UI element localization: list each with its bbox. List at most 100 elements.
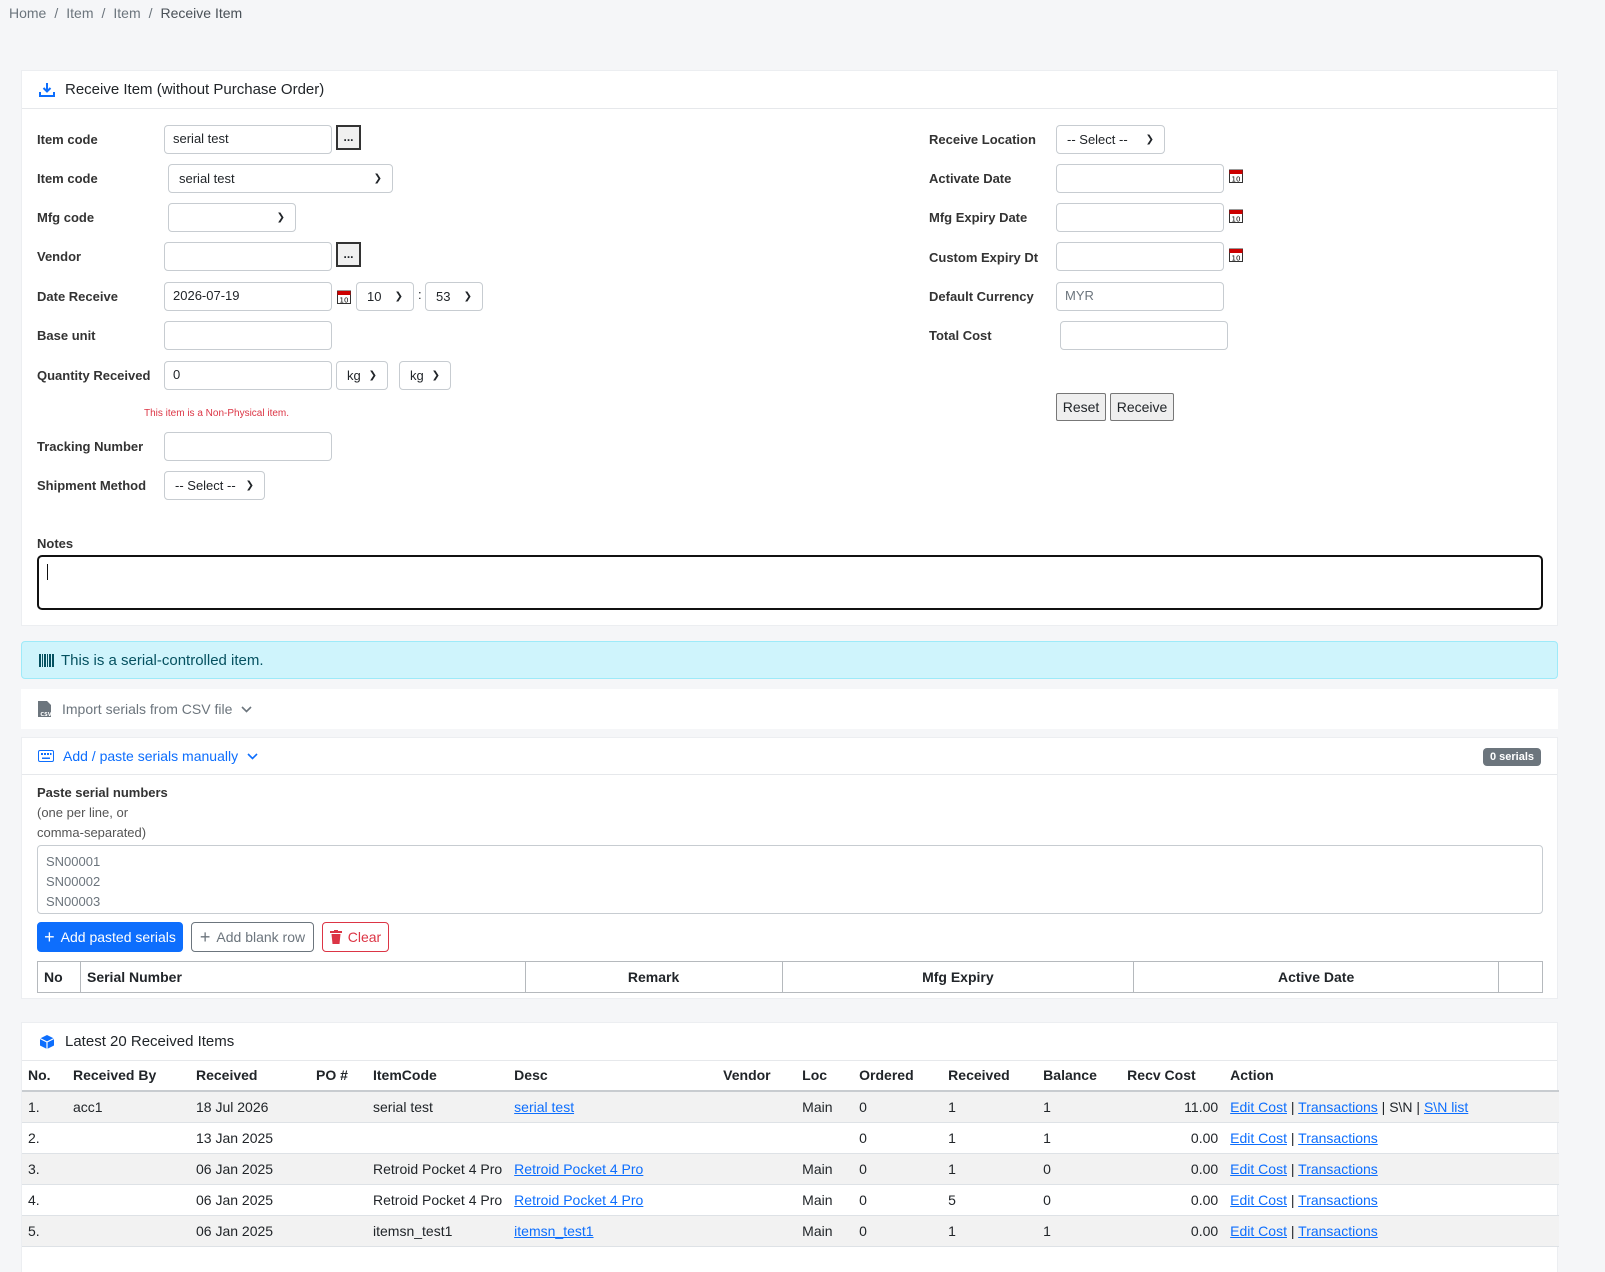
vendor-input[interactable] — [164, 242, 332, 271]
row-received-by: acc1 — [67, 1091, 190, 1123]
custom-expiry-input[interactable] — [1056, 242, 1224, 271]
row-loc: Main — [796, 1215, 854, 1247]
svg-text:10: 10 — [1232, 216, 1241, 224]
col-recv-cost: Recv Cost — [1121, 1060, 1225, 1092]
notes-textarea[interactable] — [37, 555, 1543, 610]
item-code-input[interactable]: serial test — [164, 125, 332, 154]
quantity-label: Quantity Received — [37, 368, 151, 383]
row-item-code: serial test — [367, 1091, 509, 1123]
box-icon — [38, 1033, 56, 1051]
table-row: 4. 06 Jan 2025 Retroid Pocket 4 Pro Retr… — [22, 1184, 1559, 1216]
col-desc: Desc — [508, 1060, 718, 1092]
col-loc: Loc — [796, 1060, 854, 1092]
col-po: PO # — [310, 1060, 367, 1092]
item-code-select-value: serial test — [179, 171, 235, 186]
receive-item-card: Receive Item (without Purchase Order) It… — [21, 70, 1558, 626]
row-po — [310, 1184, 367, 1216]
total-cost-input[interactable] — [1060, 321, 1228, 350]
mfg-expiry-input[interactable] — [1056, 203, 1224, 232]
clear-button[interactable]: Clear — [322, 922, 389, 952]
row-ordered: 0 — [853, 1091, 943, 1123]
manual-serials-toggle[interactable]: Add / paste serials manually 0 serials — [22, 738, 1557, 775]
date-receive-input[interactable]: 2026-07-19 — [164, 282, 332, 311]
row-desc-link[interactable]: Retroid Pocket 4 Pro — [514, 1192, 643, 1208]
import-csv-toggle[interactable]: CSV Import serials from CSV file — [21, 689, 1558, 729]
transactions-link[interactable]: Transactions — [1298, 1161, 1378, 1177]
row-item-code — [367, 1122, 509, 1154]
calendar-icon[interactable]: 10 — [337, 289, 351, 304]
calendar-icon[interactable]: 10 — [1229, 208, 1243, 223]
receive-card-title: Receive Item (without Purchase Order) — [65, 81, 325, 98]
row-ordered: 0 — [853, 1153, 943, 1185]
breadcrumb-current: Receive Item — [160, 5, 243, 21]
row-po — [310, 1122, 367, 1154]
row-received-by — [67, 1215, 190, 1247]
col-action: Action — [1224, 1060, 1559, 1092]
tracking-label: Tracking Number — [37, 439, 144, 454]
col-item-code: ItemCode — [367, 1060, 509, 1092]
add-pasted-serials-button[interactable]: + Add pasted serials — [37, 922, 183, 952]
edit-cost-link[interactable]: Edit Cost — [1230, 1130, 1287, 1146]
tracking-input[interactable] — [164, 432, 332, 461]
received-items-table: No. Received By Received PO # ItemCode D… — [22, 1060, 1559, 1247]
transactions-link[interactable]: Transactions — [1298, 1099, 1378, 1115]
breadcrumb-home[interactable]: Home — [9, 5, 46, 21]
transactions-link[interactable]: Transactions — [1298, 1130, 1378, 1146]
unit-select-2[interactable]: kg ❯ — [399, 361, 451, 390]
row-received: 18 Jul 2026 — [190, 1091, 310, 1123]
non-physical-note: This item is a Non-Physical item. — [144, 408, 290, 419]
receive-button[interactable]: Receive — [1110, 393, 1174, 421]
calendar-icon[interactable]: 10 — [1229, 168, 1243, 183]
row-desc-link[interactable]: itemsn_test1 — [514, 1223, 593, 1239]
unit-select-1[interactable]: kg ❯ — [336, 361, 388, 390]
calendar-icon[interactable]: 10 — [1229, 247, 1243, 262]
col-received-date: Received — [190, 1060, 310, 1092]
row-balance: 1 — [1037, 1122, 1122, 1154]
shipment-select[interactable]: -- Select -- ❯ — [164, 471, 265, 500]
chevron-down-icon — [247, 752, 258, 760]
edit-cost-link[interactable]: Edit Cost — [1230, 1223, 1287, 1239]
edit-cost-link[interactable]: Edit Cost — [1230, 1099, 1287, 1115]
row-po — [310, 1153, 367, 1185]
vendor-lookup-button[interactable]: ... — [336, 242, 361, 267]
default-currency-input[interactable]: MYR — [1056, 282, 1224, 311]
row-loc: Main — [796, 1153, 854, 1185]
row-recv-cost: 0.00 — [1121, 1184, 1225, 1216]
col-mfg-expiry: Mfg Expiry — [781, 961, 1135, 993]
item-code-lookup-button[interactable]: ... — [336, 125, 361, 150]
receive-location-select[interactable]: -- Select -- ❯ — [1056, 125, 1165, 154]
col-no: No — [37, 961, 81, 993]
custom-expiry-label: Custom Expiry Dt — [929, 250, 1039, 265]
shipment-value: -- Select -- — [175, 478, 236, 493]
table-row: 3. 06 Jan 2025 Retroid Pocket 4 Pro Retr… — [22, 1153, 1559, 1185]
row-vendor — [717, 1215, 797, 1247]
transactions-link[interactable]: Transactions — [1298, 1192, 1378, 1208]
item-code-select[interactable]: serial test ❯ — [168, 164, 393, 193]
alert-text: This is a serial-controlled item. — [61, 651, 264, 669]
chevron-down-icon: ❯ — [394, 291, 403, 302]
transactions-link[interactable]: Transactions — [1298, 1223, 1378, 1239]
row-action: Edit Cost | Transactions — [1224, 1215, 1559, 1247]
add-blank-row-button[interactable]: + Add blank row — [191, 922, 314, 952]
row-desc-link[interactable]: Retroid Pocket 4 Pro — [514, 1161, 643, 1177]
paste-hint-2: comma-separated) — [37, 825, 147, 840]
edit-cost-link[interactable]: Edit Cost — [1230, 1161, 1287, 1177]
activate-date-input[interactable] — [1056, 164, 1224, 193]
row-action: Edit Cost | Transactions | S\N | S\N lis… — [1224, 1091, 1559, 1123]
minute-select[interactable]: 53 ❯ — [425, 282, 483, 311]
edit-cost-link[interactable]: Edit Cost — [1230, 1192, 1287, 1208]
reset-button[interactable]: Reset — [1056, 393, 1106, 421]
plus-icon: + — [44, 927, 55, 947]
col-active-date: Active Date — [1133, 961, 1499, 993]
breadcrumb-item[interactable]: Item — [66, 5, 93, 21]
mfg-code-select[interactable]: ❯ — [168, 203, 296, 232]
paste-serials-textarea[interactable]: SN00001 SN00002 SN00003 — [37, 845, 1543, 914]
sn-list-link[interactable]: S\N list — [1424, 1099, 1468, 1115]
row-desc-link[interactable]: serial test — [514, 1099, 574, 1115]
quantity-input[interactable]: 0 — [164, 361, 332, 390]
vendor-label: Vendor — [37, 249, 82, 264]
breadcrumb-item-sub[interactable]: Item — [113, 5, 140, 21]
hour-select[interactable]: 10 ❯ — [356, 282, 414, 311]
col-ordered: Ordered — [853, 1060, 943, 1092]
base-unit-input[interactable] — [164, 321, 332, 350]
